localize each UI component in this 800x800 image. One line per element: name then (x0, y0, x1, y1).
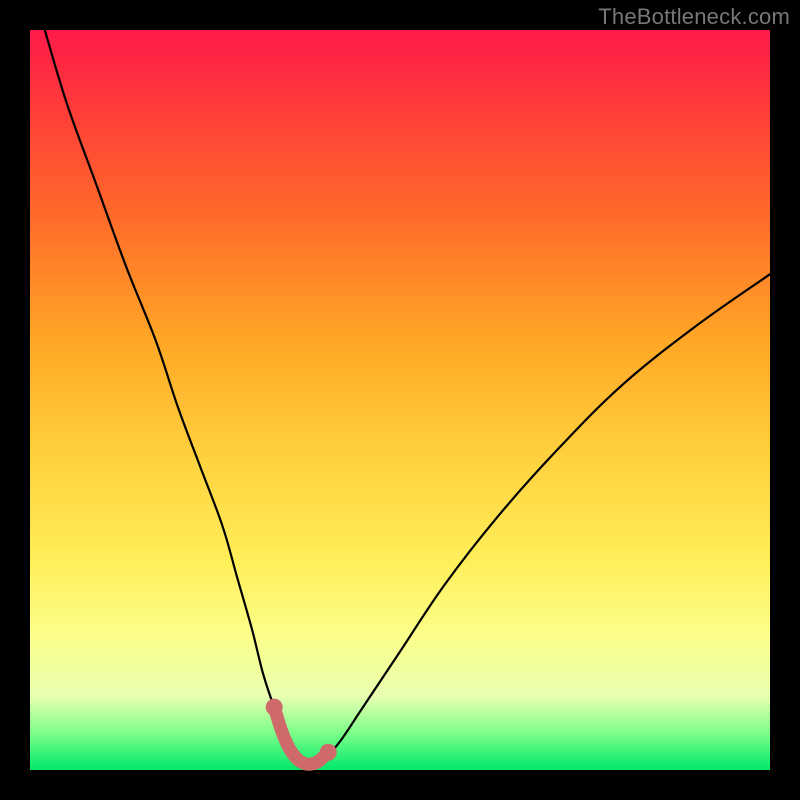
highlight-band-line (274, 707, 328, 764)
watermark-text: TheBottleneck.com (598, 4, 790, 30)
bottleneck-curve (45, 30, 770, 766)
highlight-dot (320, 744, 337, 761)
chart-svg (30, 30, 770, 770)
highlight-dot (266, 699, 283, 716)
chart-frame: TheBottleneck.com (0, 0, 800, 800)
